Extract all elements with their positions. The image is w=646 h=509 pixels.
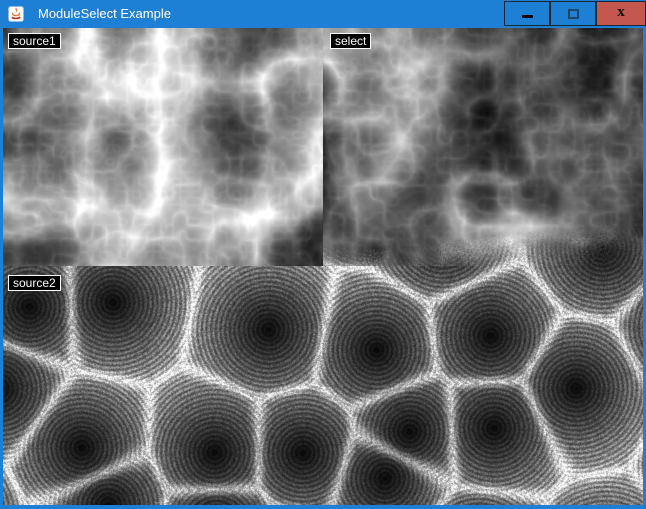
window-title: ModuleSelect Example [38, 0, 171, 28]
source2-preview-canvas [3, 266, 643, 505]
close-button[interactable]: x [596, 1, 646, 26]
source1-label: source1 [8, 33, 61, 49]
select-label: select [330, 33, 371, 49]
close-icon: x [617, 5, 625, 20]
source2-label: source2 [8, 275, 61, 291]
app-window: ModuleSelect Example x source1 select so… [0, 0, 646, 509]
titlebar[interactable]: ModuleSelect Example x [0, 0, 646, 28]
source1-preview-canvas [3, 28, 323, 266]
maximize-button[interactable] [550, 1, 596, 26]
minimize-icon [522, 15, 533, 18]
client-area: source1 select source2 [3, 28, 643, 505]
java-coffee-cup-icon[interactable] [8, 6, 24, 22]
minimize-button[interactable] [504, 1, 550, 26]
maximize-icon [568, 9, 579, 19]
